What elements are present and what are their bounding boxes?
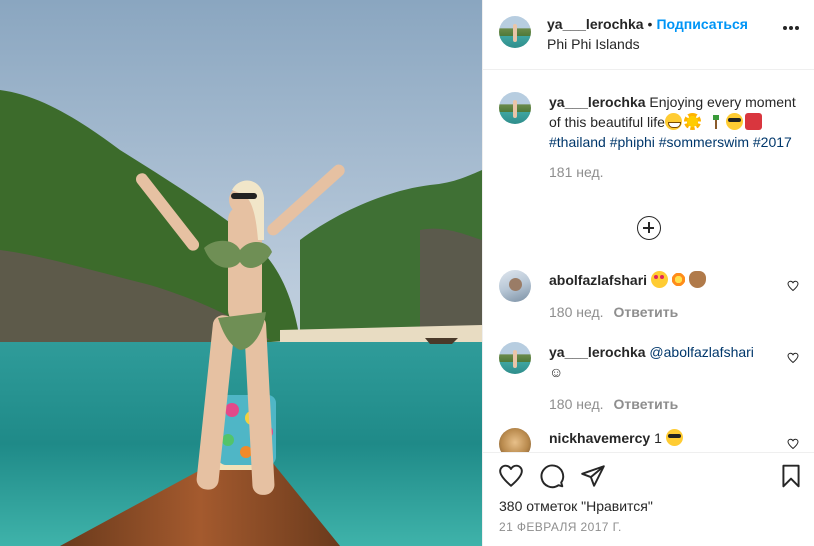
reply-button[interactable]: Ответить [614, 396, 679, 412]
paper-plane-icon[interactable] [580, 463, 606, 489]
bikini-icon [744, 113, 762, 130]
sun-icon [683, 113, 701, 130]
sunglasses-face-icon [725, 113, 743, 130]
bookmark-icon[interactable] [778, 463, 804, 489]
comment-text-block: abolfazlafshari 180 нед. Ответить [549, 270, 769, 322]
commenter-avatar[interactable] [499, 342, 531, 374]
comment-text: 1 [654, 430, 662, 446]
like-comment-heart-icon[interactable] [787, 280, 799, 292]
author-avatar[interactable] [499, 16, 531, 48]
like-count[interactable]: 380 отметок "Нравится" [499, 498, 653, 514]
header-separator: • [647, 16, 653, 32]
header-user-line: ya___lerochka • Подписаться [547, 14, 748, 34]
post-photo[interactable] [0, 0, 482, 546]
caption-text-block: ya___lerochka Enjoying every moment of t… [549, 92, 799, 182]
more-options-icon[interactable] [783, 26, 799, 30]
reply-button[interactable]: Ответить [614, 304, 679, 320]
collision-icon [669, 271, 687, 288]
comment-username[interactable]: ya___lerochka [549, 344, 646, 360]
comment-username[interactable]: abolfazlafshari [549, 272, 647, 288]
comment-text-block: nickhavemercy 1 [549, 428, 769, 448]
post-date[interactable]: 21 ФЕВРАЛЯ 2017 Г. [499, 520, 622, 534]
hashtag[interactable]: #phiphi [610, 134, 655, 150]
post-panel: ya___lerochka • Подписаться Phi Phi Island… [482, 0, 814, 546]
caption-time[interactable]: 181 нед. [549, 164, 604, 180]
comment-time[interactable]: 180 нед. [549, 304, 604, 320]
comment-text-block: ya___lerochka @abolfazlafshari ☺ 180 нед… [549, 342, 769, 414]
comment-time[interactable]: 180 нед. [549, 396, 604, 412]
post-location[interactable]: Phi Phi Islands [547, 34, 640, 54]
grinning-face-icon [664, 113, 682, 130]
hashtag[interactable]: #sommerswim [659, 134, 749, 150]
sunglasses-face-icon [665, 429, 683, 446]
like-comment-heart-icon[interactable] [787, 438, 799, 450]
comment-username[interactable]: nickhavemercy [549, 430, 650, 446]
hashtag[interactable]: #2017 [753, 134, 792, 150]
plus-circle-icon[interactable] [637, 216, 661, 240]
follow-button[interactable]: Подписаться [656, 16, 748, 32]
author-username[interactable]: ya___lerochka [547, 16, 644, 32]
caption-avatar[interactable] [499, 92, 531, 124]
post-header: ya___lerochka • Подписаться Phi Phi Island… [483, 0, 814, 70]
caption-username[interactable]: ya___lerochka [549, 94, 646, 110]
comment-icon[interactable] [539, 463, 565, 489]
palm-tree-icon [706, 113, 724, 130]
clapping-hands-icon [688, 271, 706, 288]
heart-icon[interactable] [498, 463, 524, 489]
action-bar: 380 отметок "Нравится" 21 ФЕВРАЛЯ 2017 Г… [483, 452, 814, 546]
comment-mention[interactable]: @abolfazlafshari [649, 344, 754, 360]
heart-eyes-face-icon [650, 271, 668, 288]
hashtag[interactable]: #thailand [549, 134, 606, 150]
like-comment-heart-icon[interactable] [787, 352, 799, 364]
comment-text: ☺ [549, 364, 564, 380]
commenter-avatar[interactable] [499, 270, 531, 302]
